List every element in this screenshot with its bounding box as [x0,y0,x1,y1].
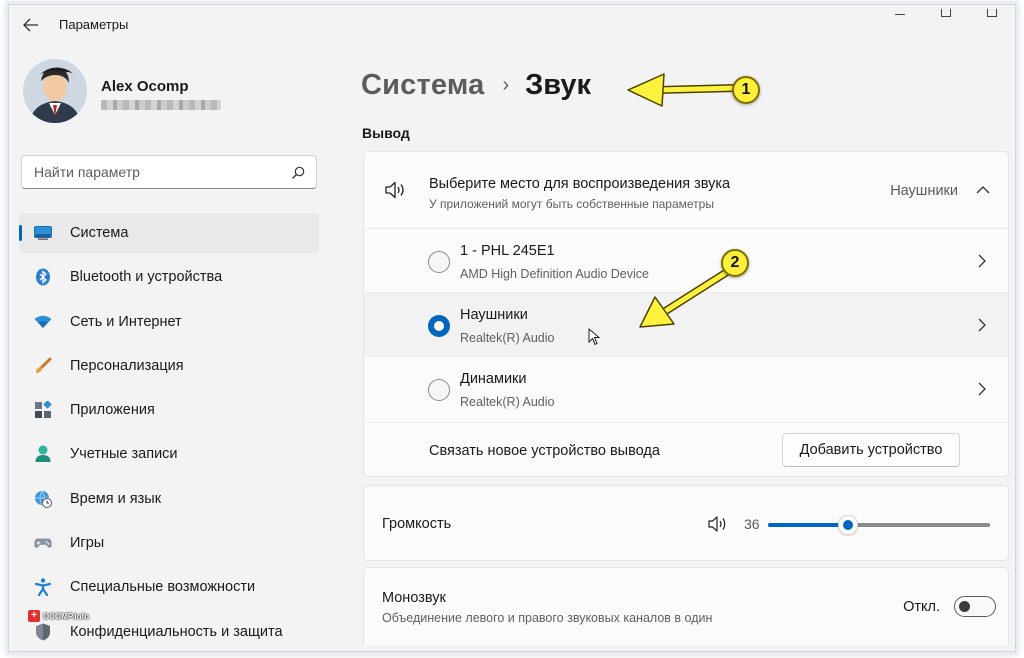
sidebar-nav: Система Bluetooth и устройства Сеть и Ин… [19,213,319,651]
search-box[interactable] [21,155,317,189]
brush-icon [34,357,52,375]
avatar[interactable] [23,59,87,123]
volume-icon[interactable] [707,515,729,533]
volume-card: Громкость 36 [363,485,1009,561]
sidebar-item-personalization[interactable]: Персонализация [19,346,319,386]
volume-slider[interactable] [768,515,990,535]
back-button[interactable] [19,13,43,37]
section-title-output: Вывод [362,125,410,141]
mono-toggle-switch[interactable] [954,596,996,617]
device-name: Динамики [460,371,527,387]
maximize-button[interactable] [923,5,969,19]
chevron-right-icon[interactable] [977,318,986,332]
output-card-header[interactable]: Выберите место для воспроизведения звука… [364,152,1008,228]
sidebar-item-label: Игры [70,535,105,552]
arrow-left-icon [23,18,38,32]
mono-toggle-state: Откл. [903,599,940,615]
output-device-row[interactable]: 1 - PHL 245E1 AMD High Definition Audio … [364,228,1008,292]
watermark-text: OCOMP.info [43,611,90,621]
sidebar-item-label: Система [70,225,129,241]
sidebar-item-label: Учетные записи [70,446,178,463]
sidebar-item-label: Время и язык [70,490,162,507]
maximize-icon [941,9,951,17]
sidebar-item-accounts[interactable]: Учетные записи [19,434,319,474]
output-title: Выберите место для воспроизведения звука [429,176,731,192]
title-bar: Параметры [9,5,1015,45]
minimize-button[interactable] [877,5,923,19]
bluetooth-icon [34,268,52,286]
minimize-icon [895,9,905,15]
shield-icon [34,623,52,641]
apps-icon [34,401,52,419]
sidebar-item-label: Bluetooth и устройства [70,269,223,286]
page-title: Звук [525,68,592,101]
device-name: Наушники [460,307,528,323]
output-subtitle: У приложений могут быть собственные пара… [429,197,714,211]
settings-window: Параметры Alex Ocomp Система [8,4,1016,652]
sidebar-item-label: Приложения [70,402,155,419]
sidebar-item-accessibility[interactable]: Специальные возможности [19,567,319,607]
mouse-cursor-icon [588,328,600,346]
account-icon [34,445,52,463]
user-name: Alex Ocomp [101,78,189,95]
sidebar-item-time-language[interactable]: Время и язык [19,479,319,519]
current-output-device: Наушники [890,183,958,199]
wifi-icon [34,313,52,331]
sidebar-item-system[interactable]: Система [19,213,319,253]
device-driver: Realtek(R) Audio [460,395,555,409]
system-display-icon [34,224,52,242]
search-icon[interactable] [290,165,306,181]
accessibility-icon [34,578,52,597]
sidebar-item-label: Персонализация [70,357,184,374]
add-device-button[interactable]: Добавить устройство [782,433,960,467]
pair-device-row: Связать новое устройство вывода Добавить… [364,422,1008,476]
chevron-right-icon[interactable] [977,382,986,396]
breadcrumb-separator: › [502,73,510,96]
device-radio-button[interactable] [428,379,450,401]
volume-slider-thumb[interactable] [837,515,858,535]
sidebar-item-bluetooth[interactable]: Bluetooth и устройства [19,257,319,297]
sidebar-item-apps[interactable]: Приложения [19,390,319,430]
sidebar-item-gaming[interactable]: Игры [19,523,319,563]
user-avatar-icon [23,59,87,123]
pair-device-label: Связать новое устройство вывода [429,443,660,459]
speaker-icon [385,181,404,199]
globe-clock-icon [34,490,52,508]
search-input[interactable] [22,156,272,188]
user-email-blurred [101,100,221,110]
gamepad-icon [34,534,52,552]
mono-audio-card: Монозвук Объединение левого и правого зв… [363,567,1009,645]
output-device-card: Выберите место для воспроизведения звука… [363,151,1009,477]
annotation-badge-2: 2 [721,249,749,277]
annotation-badge-1: 1 [732,76,760,104]
output-device-row-selected[interactable]: Наушники Realtek(R) Audio [364,292,1008,356]
app-title: Параметры [59,17,129,32]
mono-audio-title: Монозвук [382,590,446,606]
volume-label: Громкость [382,516,452,532]
output-device-row[interactable]: Динамики Realtek(R) Audio [364,356,1008,420]
chevron-up-icon[interactable] [976,185,990,195]
sidebar-item-label: Сеть и Интернет [70,313,182,330]
device-name: 1 - PHL 245E1 [460,243,555,259]
device-driver: AMD High Definition Audio Device [460,267,649,281]
device-driver: Realtek(R) Audio [460,331,555,345]
chevron-right-icon[interactable] [977,254,986,268]
sidebar-item-label: Специальные возможности [70,579,256,596]
watermark: + OCOMP.info [28,610,89,622]
device-radio-button[interactable] [428,315,450,337]
mono-audio-subtitle: Объединение левого и правого звуковых ка… [382,611,713,625]
breadcrumb-parent[interactable]: Система [361,69,484,102]
volume-value: 36 [744,516,760,532]
volume-slider-fill [768,523,848,527]
device-radio-button[interactable] [428,251,450,273]
breadcrumb: Система › Звук [361,63,591,107]
close-button[interactable] [969,5,1015,19]
sidebar-item-label: Конфиденциальность и защита [70,623,283,640]
close-icon [987,9,997,17]
watermark-logo-icon: + [28,610,40,622]
sidebar-item-network[interactable]: Сеть и Интернет [19,302,319,342]
